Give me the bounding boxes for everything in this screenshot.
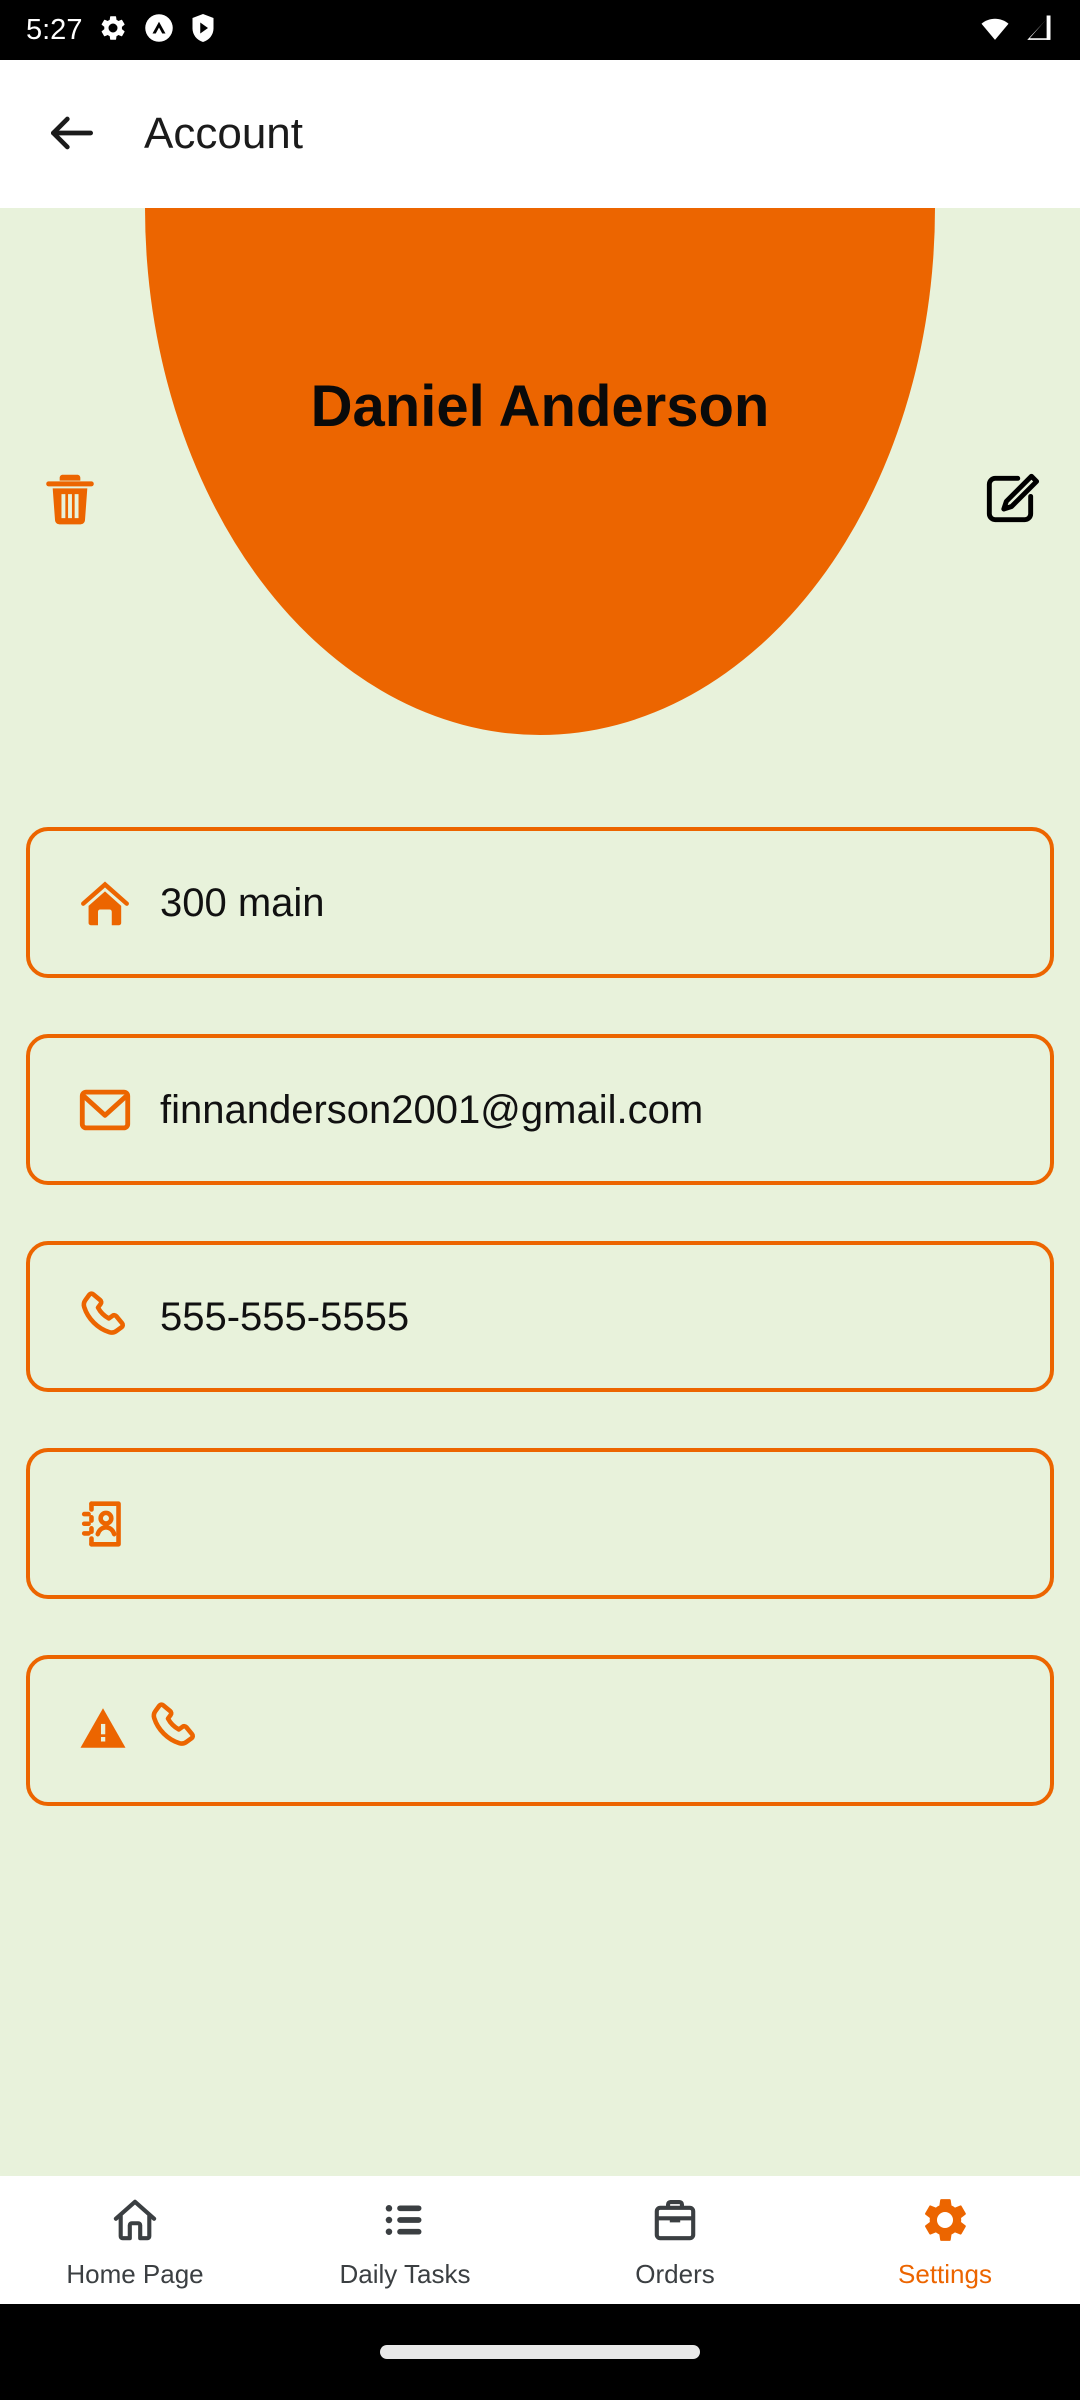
gear-icon: [98, 13, 128, 48]
content-area: Daniel Anderson 300 main finnanderson200…: [0, 208, 1080, 2208]
house-icon: [109, 2194, 161, 2249]
delete-account-button[interactable]: [18, 448, 122, 552]
briefcase-icon: [649, 2194, 701, 2249]
phone-icon: [146, 1699, 204, 1762]
app-bar: Account: [0, 60, 1080, 208]
account-fields: 300 main finnanderson2001@gmail.com 555-…: [0, 827, 1080, 1862]
field-address[interactable]: 300 main: [26, 827, 1054, 978]
nav-label-orders: Orders: [635, 2258, 715, 2289]
gesture-pill[interactable]: [380, 2345, 700, 2359]
field-address-value: 300 main: [160, 880, 325, 925]
nav-item-orders[interactable]: Orders: [540, 2176, 810, 2304]
phone-icon: [76, 1288, 134, 1346]
nav-label-settings: Settings: [898, 2258, 992, 2289]
bottom-navigation: Home Page Daily Tasks Orders Settings: [0, 2176, 1080, 2304]
field-emergency-contact[interactable]: [26, 1655, 1054, 1806]
home-icon: [76, 874, 134, 932]
edit-square-pencil-icon: [979, 468, 1041, 533]
gesture-navigation-bar: [0, 2304, 1080, 2400]
field-phone-value: 555-555-5555: [160, 1294, 410, 1339]
wifi-icon: [978, 13, 1012, 48]
cellular-signal-icon: [1022, 13, 1054, 48]
back-button[interactable]: [22, 84, 122, 184]
gear-icon: [919, 2194, 971, 2249]
nav-item-settings[interactable]: Settings: [810, 2176, 1080, 2304]
status-bar-left: 5:27: [26, 13, 216, 48]
contact-book-icon: [76, 1495, 134, 1553]
field-contact[interactable]: [26, 1448, 1054, 1599]
field-phone[interactable]: 555-555-5555: [26, 1241, 1054, 1392]
status-bar: 5:27: [0, 0, 1080, 60]
nav-item-daily-tasks[interactable]: Daily Tasks: [270, 2176, 540, 2304]
circle-chevron-up-icon: [144, 13, 174, 48]
field-email-value: finnanderson2001@gmail.com: [160, 1087, 704, 1132]
status-bar-clock: 5:27: [26, 13, 83, 46]
trash-icon: [39, 468, 101, 533]
nav-item-home-page[interactable]: Home Page: [0, 2176, 270, 2304]
status-bar-right: [978, 13, 1054, 48]
page-title: Account: [144, 109, 303, 158]
back-arrow-icon: [44, 105, 100, 164]
shield-play-icon: [190, 13, 216, 48]
list-icon: [379, 2194, 431, 2249]
nav-label-daily-tasks: Daily Tasks: [339, 2258, 471, 2289]
profile-banner: [145, 208, 935, 735]
field-email[interactable]: finnanderson2001@gmail.com: [26, 1034, 1054, 1185]
envelope-icon: [76, 1081, 134, 1139]
nav-label-home-page: Home Page: [66, 2258, 204, 2289]
phone-screen: 5:27 Account Daniel Anderson 300 main fi…: [0, 0, 1080, 2400]
emergency-contact-icons: [76, 1699, 204, 1762]
edit-account-button[interactable]: [958, 448, 1062, 552]
warning-triangle-icon: [76, 1701, 130, 1760]
profile-name: Daniel Anderson: [310, 374, 770, 439]
